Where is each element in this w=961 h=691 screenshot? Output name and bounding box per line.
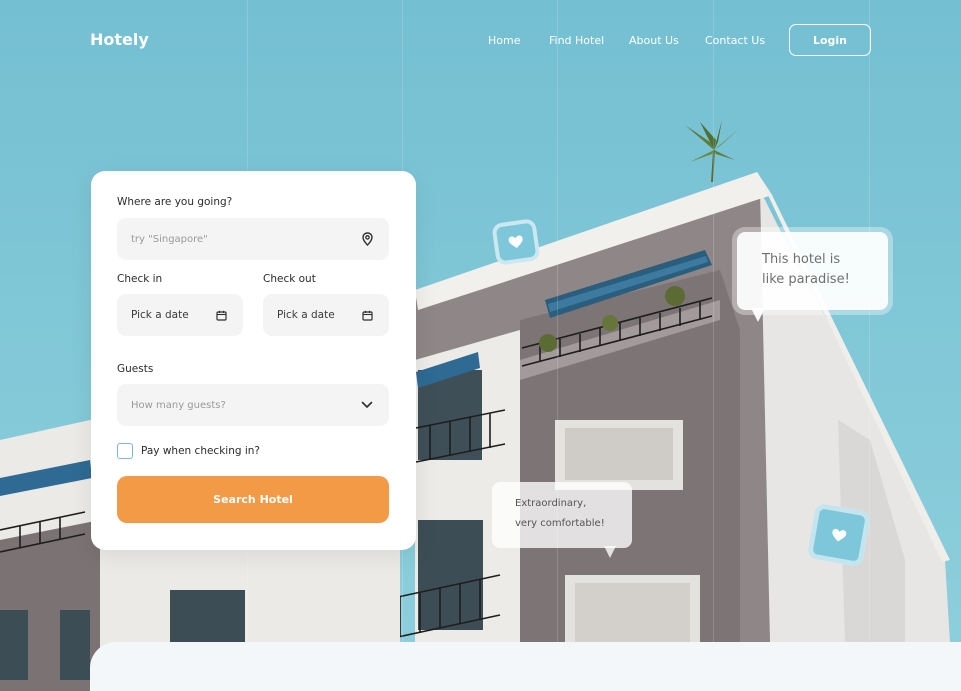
heart-badge — [806, 502, 872, 568]
heart-badge — [491, 218, 541, 266]
search-hotel-button[interactable]: Search Hotel — [117, 476, 389, 523]
checkin-date-picker[interactable]: Pick a date — [117, 294, 243, 336]
pay-on-checkin-label: Pay when checking in? — [141, 445, 261, 457]
grid-line — [713, 0, 714, 691]
review-bubble: Extraordinary, very comfortable! — [492, 482, 632, 558]
location-pin-icon — [359, 231, 375, 247]
grid-line — [557, 0, 558, 691]
destination-placeholder: try "Singapore" — [131, 233, 208, 245]
bubble-tail — [604, 546, 616, 558]
brand-logo[interactable]: Hotely — [90, 30, 149, 49]
login-button[interactable]: Login — [789, 24, 871, 56]
review-bubble: This hotel is like paradise! — [737, 232, 888, 322]
checkin-label: Check in — [117, 273, 163, 285]
content-section-panel — [90, 642, 961, 691]
nav-contact-us[interactable]: Contact Us — [705, 34, 765, 47]
chevron-down-icon — [359, 397, 375, 413]
nav-home[interactable]: Home — [488, 34, 520, 47]
destination-input[interactable]: try "Singapore" — [117, 218, 389, 260]
heart-icon — [830, 526, 849, 545]
bubble-tail — [751, 308, 765, 322]
nav-find-hotel[interactable]: Find Hotel — [549, 34, 604, 47]
review-text: This hotel is like paradise! — [762, 252, 850, 287]
calendar-icon — [213, 307, 229, 323]
calendar-icon — [359, 307, 375, 323]
guests-placeholder: How many guests? — [131, 399, 226, 411]
checkin-value: Pick a date — [131, 309, 189, 321]
checkout-date-picker[interactable]: Pick a date — [263, 294, 389, 336]
heart-icon — [507, 233, 525, 251]
checkout-value: Pick a date — [277, 309, 335, 321]
nav-about-us[interactable]: About Us — [629, 34, 679, 47]
checkout-label: Check out — [263, 273, 316, 285]
grid-line — [869, 0, 870, 691]
destination-label: Where are you going? — [117, 196, 233, 208]
guests-select[interactable]: How many guests? — [117, 384, 389, 426]
pay-on-checkin-checkbox[interactable] — [117, 443, 133, 459]
review-text: Extraordinary, very comfortable! — [515, 498, 605, 529]
guests-label: Guests — [117, 363, 154, 375]
